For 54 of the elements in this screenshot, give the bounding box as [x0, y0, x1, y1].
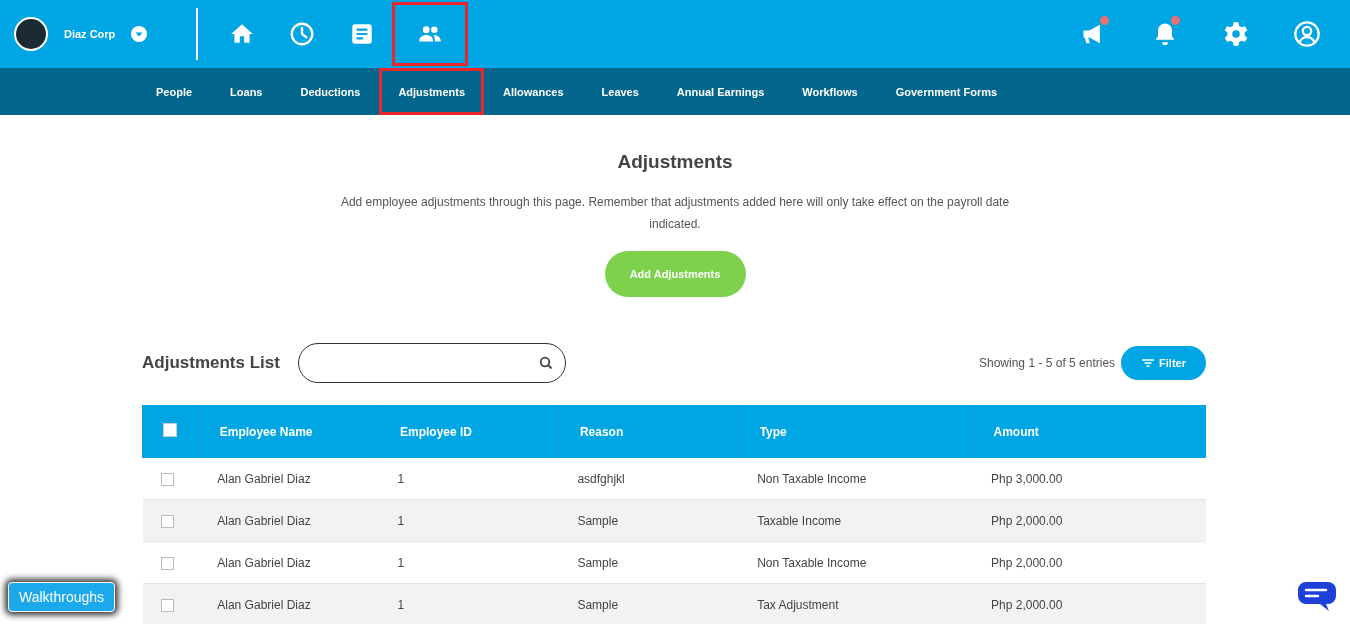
- notification-dot: [1100, 16, 1109, 25]
- table-cell: Non Taxable Income: [739, 541, 973, 584]
- table-cell: Alan Gabriel Diaz: [199, 583, 380, 624]
- table-cell: Php 2,000.00: [973, 583, 1206, 624]
- nav-tab[interactable]: Government Forms: [876, 68, 1017, 115]
- table-cell: asdfghjkl: [559, 458, 740, 500]
- nav-tab[interactable]: Annual Earnings: [657, 68, 784, 115]
- company-logo: [14, 17, 48, 51]
- table-cell: Php 3,000.00: [973, 458, 1206, 500]
- user-icon: [1292, 20, 1321, 48]
- column-header: Type: [739, 405, 973, 458]
- table-cell: Sample: [559, 583, 740, 624]
- nav-tab[interactable]: Workflows: [783, 68, 877, 115]
- table-cell: Taxable Income: [739, 499, 973, 542]
- table-cell: Non Taxable Income: [739, 458, 973, 500]
- table-cell: Php 2,000.00: [973, 499, 1206, 542]
- table-cell: 1: [379, 458, 560, 500]
- table-cell: Sample: [559, 541, 740, 584]
- search-icon: [538, 356, 553, 370]
- page-description: Add employee adjustments through this page. Remember that adjustments added here will only take effect on the payroll date indicated.: [339, 194, 1011, 233]
- table-cell: 1: [379, 541, 560, 584]
- row-checkbox[interactable]: [160, 514, 174, 528]
- document-icon: [349, 21, 375, 47]
- select-all-checkbox[interactable]: [163, 423, 177, 437]
- column-header: Amount: [973, 405, 1206, 458]
- nav-tab[interactable]: Deductions: [281, 68, 380, 115]
- people-nav-button[interactable]: [392, 2, 468, 66]
- table-cell: Alan Gabriel Diaz: [199, 458, 380, 500]
- row-checkbox[interactable]: [160, 598, 174, 612]
- column-header: Employee Name: [199, 405, 380, 458]
- nav-tab[interactable]: People: [137, 68, 212, 115]
- column-header: Employee ID: [379, 405, 560, 458]
- nav-tab[interactable]: Allowances: [484, 68, 583, 115]
- table-cell: Php 2,000.00: [973, 541, 1206, 584]
- table-cell: Alan Gabriel Diaz: [199, 541, 380, 584]
- list-title: Adjustments List: [142, 353, 280, 373]
- table-cell: Tax Adjustment: [739, 583, 973, 624]
- table-cell: 1: [379, 583, 560, 624]
- nav-tab[interactable]: Adjustments: [379, 68, 484, 115]
- row-checkbox[interactable]: [160, 556, 174, 570]
- nav-tab[interactable]: Loans: [211, 68, 282, 115]
- nav-tab[interactable]: Leaves: [582, 68, 658, 115]
- table-cell: Alan Gabriel Diaz: [199, 499, 380, 542]
- row-checkbox[interactable]: [160, 472, 174, 486]
- notification-dot: [1171, 16, 1180, 25]
- entries-info: Showing 1 - 5 of 5 entries: [979, 356, 1116, 370]
- dropdown-icon[interactable]: [131, 26, 148, 42]
- filter-icon: [1141, 357, 1156, 369]
- table-cell: 1: [379, 499, 560, 542]
- column-header: Reason: [559, 405, 740, 458]
- table-cell: Sample: [559, 499, 740, 542]
- clock-icon: [289, 21, 315, 47]
- page-title: Adjustments: [617, 151, 733, 173]
- company-name: Diaz Corp: [64, 28, 116, 40]
